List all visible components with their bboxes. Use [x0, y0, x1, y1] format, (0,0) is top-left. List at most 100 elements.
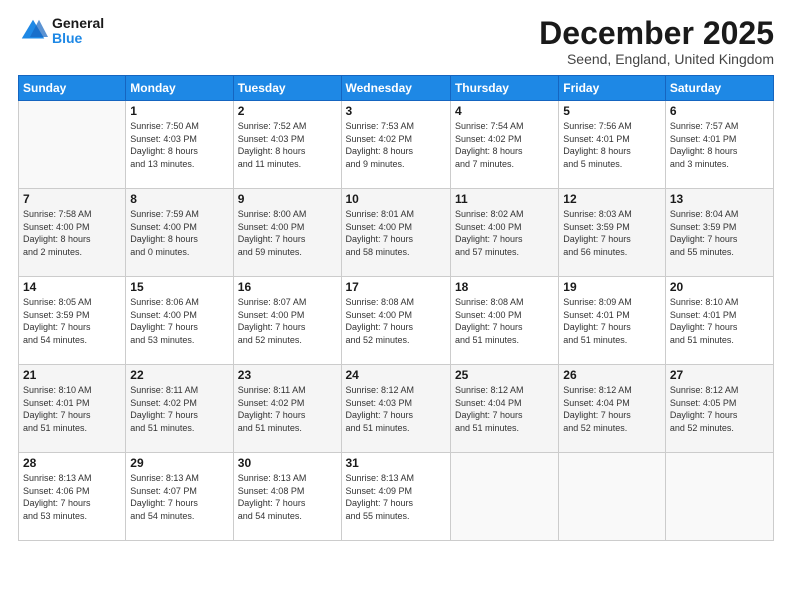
calendar-cell: 19 Sunrise: 8:09 AM Sunset: 4:01 PM Dayli…	[559, 277, 666, 365]
day-info: Sunrise: 7:58 AM Sunset: 4:00 PM Dayligh…	[23, 208, 121, 258]
calendar-header-tuesday: Tuesday	[233, 76, 341, 101]
calendar-cell: 27 Sunrise: 8:12 AM Sunset: 4:05 PM Dayli…	[665, 365, 773, 453]
calendar-header-sunday: Sunday	[19, 76, 126, 101]
day-info: Sunrise: 8:03 AM Sunset: 3:59 PM Dayligh…	[563, 208, 661, 258]
month-title: December 2025	[539, 16, 774, 51]
title-area: December 2025 Seend, England, United Kin…	[539, 16, 774, 67]
day-info: Sunrise: 8:10 AM Sunset: 4:01 PM Dayligh…	[23, 384, 121, 434]
calendar-cell: 14 Sunrise: 8:05 AM Sunset: 3:59 PM Dayli…	[19, 277, 126, 365]
day-number: 24	[346, 368, 446, 382]
calendar-cell: 28Sunrise: 8:13 AM Sunset: 4:06 PM Dayli…	[19, 453, 126, 541]
calendar-cell: 20Sunrise: 8:10 AM Sunset: 4:01 PM Dayli…	[665, 277, 773, 365]
day-info: Sunrise: 8:12 AM Sunset: 4:04 PM Dayligh…	[563, 384, 661, 434]
day-number: 17	[346, 280, 446, 294]
calendar-header-row: SundayMondayTuesdayWednesdayThursdayFrid…	[19, 76, 774, 101]
day-info: Sunrise: 8:11 AM Sunset: 4:02 PM Dayligh…	[130, 384, 228, 434]
day-info: Sunrise: 8:13 AM Sunset: 4:06 PM Dayligh…	[23, 472, 121, 522]
day-number: 2	[238, 104, 337, 118]
day-info: Sunrise: 7:59 AM Sunset: 4:00 PM Dayligh…	[130, 208, 228, 258]
calendar-cell	[559, 453, 666, 541]
day-number: 11	[455, 192, 554, 206]
calendar-cell: 8Sunrise: 7:59 AM Sunset: 4:00 PM Daylig…	[126, 189, 233, 277]
calendar-cell: 11 Sunrise: 8:02 AM Sunset: 4:00 PM Dayli…	[450, 189, 558, 277]
day-number: 31	[346, 456, 446, 470]
day-info: Sunrise: 8:13 AM Sunset: 4:07 PM Dayligh…	[130, 472, 228, 522]
day-number: 27	[670, 368, 769, 382]
day-info: Sunrise: 8:12 AM Sunset: 4:05 PM Dayligh…	[670, 384, 769, 434]
day-info: Sunrise: 8:12 AM Sunset: 4:04 PM Dayligh…	[455, 384, 554, 434]
calendar-cell: 12Sunrise: 8:03 AM Sunset: 3:59 PM Dayli…	[559, 189, 666, 277]
day-info: Sunrise: 7:56 AM Sunset: 4:01 PM Dayligh…	[563, 120, 661, 170]
day-info: Sunrise: 8:00 AM Sunset: 4:00 PM Dayligh…	[238, 208, 337, 258]
calendar-cell: 9 Sunrise: 8:00 AM Sunset: 4:00 PM Daylig…	[233, 189, 341, 277]
calendar-week-3: 14 Sunrise: 8:05 AM Sunset: 3:59 PM Dayli…	[19, 277, 774, 365]
calendar-cell: 17 Sunrise: 8:08 AM Sunset: 4:00 PM Dayli…	[341, 277, 450, 365]
day-number: 3	[346, 104, 446, 118]
calendar-cell: 22 Sunrise: 8:11 AM Sunset: 4:02 PM Dayli…	[126, 365, 233, 453]
calendar-cell	[665, 453, 773, 541]
day-info: Sunrise: 7:50 AM Sunset: 4:03 PM Dayligh…	[130, 120, 228, 170]
day-number: 26	[563, 368, 661, 382]
calendar-cell: 6 Sunrise: 7:57 AM Sunset: 4:01 PM Daylig…	[665, 101, 773, 189]
calendar-cell: 2Sunrise: 7:52 AM Sunset: 4:03 PM Daylig…	[233, 101, 341, 189]
day-number: 15	[130, 280, 228, 294]
day-info: Sunrise: 7:53 AM Sunset: 4:02 PM Dayligh…	[346, 120, 446, 170]
day-info: Sunrise: 8:04 AM Sunset: 3:59 PM Dayligh…	[670, 208, 769, 258]
calendar-week-5: 28Sunrise: 8:13 AM Sunset: 4:06 PM Dayli…	[19, 453, 774, 541]
calendar-cell	[450, 453, 558, 541]
calendar-week-2: 7 Sunrise: 7:58 AM Sunset: 4:00 PM Daylig…	[19, 189, 774, 277]
calendar-cell: 24 Sunrise: 8:12 AM Sunset: 4:03 PM Dayli…	[341, 365, 450, 453]
day-number: 13	[670, 192, 769, 206]
day-number: 7	[23, 192, 121, 206]
day-info: Sunrise: 7:57 AM Sunset: 4:01 PM Dayligh…	[670, 120, 769, 170]
calendar-header-friday: Friday	[559, 76, 666, 101]
calendar-cell: 25Sunrise: 8:12 AM Sunset: 4:04 PM Dayli…	[450, 365, 558, 453]
calendar-cell: 5 Sunrise: 7:56 AM Sunset: 4:01 PM Daylig…	[559, 101, 666, 189]
calendar-header-thursday: Thursday	[450, 76, 558, 101]
day-number: 29	[130, 456, 228, 470]
calendar-cell: 15 Sunrise: 8:06 AM Sunset: 4:00 PM Dayli…	[126, 277, 233, 365]
day-number: 23	[238, 368, 337, 382]
day-info: Sunrise: 8:07 AM Sunset: 4:00 PM Dayligh…	[238, 296, 337, 346]
header: General Blue December 2025 Seend, Englan…	[18, 16, 774, 67]
day-info: Sunrise: 8:09 AM Sunset: 4:01 PM Dayligh…	[563, 296, 661, 346]
day-info: Sunrise: 8:08 AM Sunset: 4:00 PM Dayligh…	[455, 296, 554, 346]
calendar-cell: 23 Sunrise: 8:11 AM Sunset: 4:02 PM Dayli…	[233, 365, 341, 453]
day-number: 5	[563, 104, 661, 118]
day-info: Sunrise: 8:13 AM Sunset: 4:09 PM Dayligh…	[346, 472, 446, 522]
logo-icon	[18, 16, 48, 46]
day-info: Sunrise: 8:08 AM Sunset: 4:00 PM Dayligh…	[346, 296, 446, 346]
day-number: 10	[346, 192, 446, 206]
day-info: Sunrise: 8:12 AM Sunset: 4:03 PM Dayligh…	[346, 384, 446, 434]
day-number: 14	[23, 280, 121, 294]
day-number: 18	[455, 280, 554, 294]
day-number: 6	[670, 104, 769, 118]
calendar-cell: 3 Sunrise: 7:53 AM Sunset: 4:02 PM Daylig…	[341, 101, 450, 189]
page: General Blue December 2025 Seend, Englan…	[0, 0, 792, 612]
day-number: 9	[238, 192, 337, 206]
calendar-header-saturday: Saturday	[665, 76, 773, 101]
location: Seend, England, United Kingdom	[539, 51, 774, 67]
day-number: 19	[563, 280, 661, 294]
day-info: Sunrise: 8:02 AM Sunset: 4:00 PM Dayligh…	[455, 208, 554, 258]
day-info: Sunrise: 8:11 AM Sunset: 4:02 PM Dayligh…	[238, 384, 337, 434]
calendar-cell: 18 Sunrise: 8:08 AM Sunset: 4:00 PM Dayli…	[450, 277, 558, 365]
day-info: Sunrise: 8:13 AM Sunset: 4:08 PM Dayligh…	[238, 472, 337, 522]
day-number: 22	[130, 368, 228, 382]
calendar-cell: 7 Sunrise: 7:58 AM Sunset: 4:00 PM Daylig…	[19, 189, 126, 277]
day-info: Sunrise: 8:06 AM Sunset: 4:00 PM Dayligh…	[130, 296, 228, 346]
calendar-cell: 30Sunrise: 8:13 AM Sunset: 4:08 PM Dayli…	[233, 453, 341, 541]
day-number: 4	[455, 104, 554, 118]
day-number: 21	[23, 368, 121, 382]
calendar-cell: 31 Sunrise: 8:13 AM Sunset: 4:09 PM Dayli…	[341, 453, 450, 541]
day-info: Sunrise: 8:05 AM Sunset: 3:59 PM Dayligh…	[23, 296, 121, 346]
calendar-cell: 29 Sunrise: 8:13 AM Sunset: 4:07 PM Dayli…	[126, 453, 233, 541]
day-number: 1	[130, 104, 228, 118]
calendar-cell: 13 Sunrise: 8:04 AM Sunset: 3:59 PM Dayli…	[665, 189, 773, 277]
calendar-cell	[19, 101, 126, 189]
calendar: SundayMondayTuesdayWednesdayThursdayFrid…	[18, 75, 774, 541]
day-info: Sunrise: 8:10 AM Sunset: 4:01 PM Dayligh…	[670, 296, 769, 346]
day-info: Sunrise: 8:01 AM Sunset: 4:00 PM Dayligh…	[346, 208, 446, 258]
day-info: Sunrise: 7:54 AM Sunset: 4:02 PM Dayligh…	[455, 120, 554, 170]
calendar-cell: 21 Sunrise: 8:10 AM Sunset: 4:01 PM Dayli…	[19, 365, 126, 453]
